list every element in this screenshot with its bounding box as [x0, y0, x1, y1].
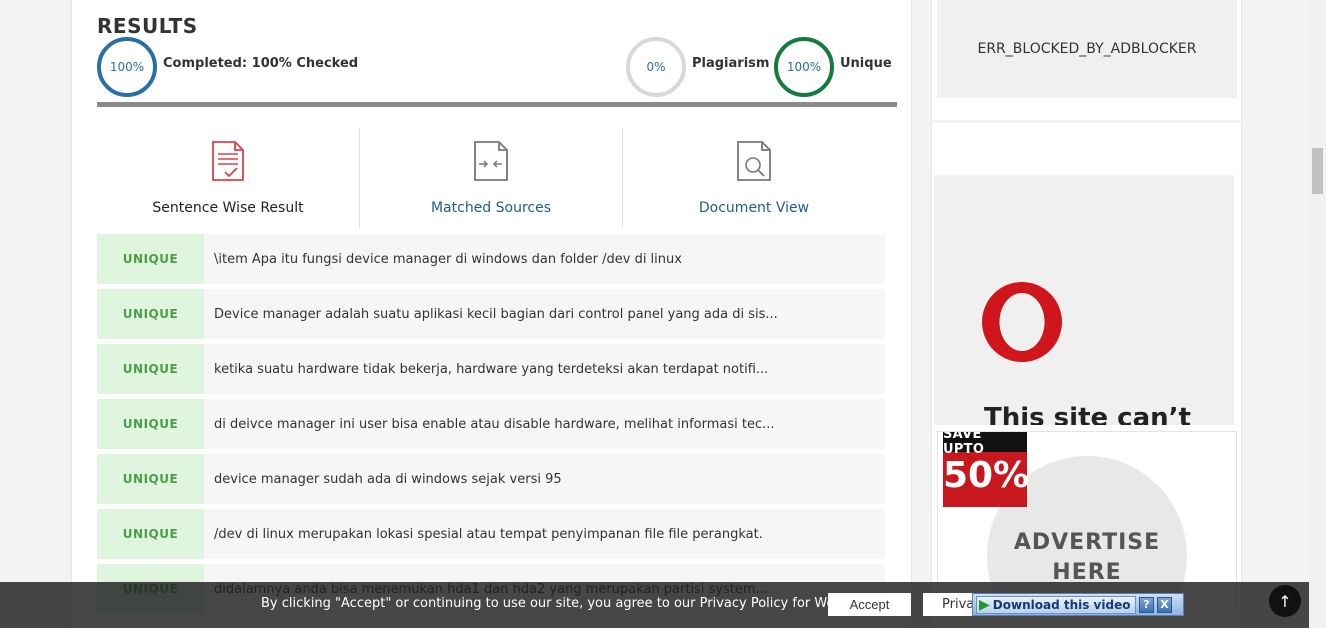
document-search-icon [737, 141, 771, 181]
sidebar-ad-top: ERR_BLOCKED_BY_ADBLOCKER [931, 0, 1242, 120]
unique-badge: UNIQUE [97, 509, 204, 559]
result-row[interactable]: UNIQUE /dev di linux merupakan lokasi sp… [97, 509, 885, 559]
opera-logo-icon [982, 282, 1062, 362]
completed-label: Completed: 100% Checked [163, 56, 358, 71]
scroll-to-top-button[interactable]: ↑ [1269, 585, 1301, 617]
sentence-text: Device manager adalah suatu aplikasi kec… [214, 306, 778, 322]
download-video-widget: ▶ Download this video ? X [972, 593, 1184, 616]
tab-label: Sentence Wise Result [152, 200, 304, 216]
save-badge-top: SAVE UPTO [943, 432, 1027, 457]
result-row[interactable]: UNIQUE device manager sudah ada di windo… [97, 454, 885, 504]
result-row[interactable]: UNIQUE Device manager adalah suatu aplik… [97, 289, 885, 339]
blocked-ad-frame: ERR_BLOCKED_BY_ADBLOCKER [937, 0, 1237, 98]
completed-ring: 100% [97, 37, 157, 97]
tab-label: Document View [698, 200, 810, 216]
download-label: Download this video [992, 597, 1131, 612]
accept-button[interactable]: Accept [828, 593, 911, 616]
sidebar-ad-bottom: This site can’t ADVERTISE HERE SAVE UPTO… [931, 123, 1242, 628]
unique-badge: UNIQUE [97, 289, 204, 339]
result-row[interactable]: UNIQUE \item Apa itu fungsi device manag… [97, 234, 885, 284]
ad-text: ADVERTISE HERE [987, 528, 1187, 588]
unique-badge: UNIQUE [97, 399, 204, 449]
sentence-text: ketika suatu hardware tidak bekerja, har… [214, 361, 769, 377]
arrow-up-icon: ↑ [1278, 591, 1292, 611]
result-row[interactable]: UNIQUE di deivce manager ini user bisa e… [97, 399, 885, 449]
close-button[interactable]: X [1157, 596, 1172, 613]
tab-sentence-wise-result[interactable]: Sentence Wise Result [97, 128, 360, 228]
unique-badge: UNIQUE [97, 454, 204, 504]
sentence-text: /dev di linux merupakan lokasi spesial a… [214, 526, 763, 542]
unique-badge: UNIQUE [97, 344, 204, 394]
unique-badge: UNIQUE [97, 234, 204, 284]
unique-ring: 100% [774, 37, 834, 97]
sentence-text: di deivce manager ini user bisa enable a… [214, 416, 775, 432]
plagiarism-ring: 0% [626, 37, 686, 97]
download-video-button[interactable]: ▶ Download this video [976, 595, 1136, 614]
results-panel: RESULTS 100% Completed: 100% Checked 0% … [71, 0, 912, 628]
completed-value: 100% [109, 60, 145, 74]
plagiarism-value: 0% [646, 60, 666, 74]
ad-line-1: ADVERTISE [1013, 530, 1161, 555]
play-icon: ▶ [979, 596, 990, 613]
tab-label: Matched Sources [430, 200, 552, 216]
error-text: ERR_BLOCKED_BY_ADBLOCKER [977, 41, 1197, 57]
sentence-text: \item Apa itu fungsi device manager di w… [214, 251, 682, 267]
tab-matched-sources[interactable]: Matched Sources [360, 128, 623, 228]
help-button[interactable]: ? [1139, 596, 1154, 613]
document-check-icon [212, 141, 244, 181]
opera-error-frame: This site can’t [934, 175, 1234, 425]
save-badge-percent: 50% [943, 455, 1030, 496]
result-tabs: Sentence Wise Result Matched Sources Doc… [97, 128, 885, 228]
scrollbar-thumb[interactable] [1312, 148, 1323, 194]
result-row[interactable]: UNIQUE ketika suatu hardware tidak beker… [97, 344, 885, 394]
completed-label-text: Completed: [163, 56, 248, 71]
save-badge: SAVE UPTO 50% [943, 432, 1030, 507]
progress-bar [97, 102, 897, 107]
results-title: RESULTS [97, 14, 198, 38]
page-scrollbar[interactable] [1309, 0, 1326, 628]
plagiarism-label: Plagiarism [692, 56, 770, 71]
tab-document-view[interactable]: Document View [623, 128, 885, 228]
sentence-text: device manager sudah ada di windows seja… [214, 471, 562, 487]
cookie-text: By clicking "Accept" or continuing to us… [261, 596, 867, 611]
unique-label: Unique [840, 56, 892, 71]
compare-document-icon [474, 141, 508, 181]
completed-detail: 100% Checked [251, 56, 359, 71]
unique-value: 100% [786, 60, 822, 74]
sentence-result-list: UNIQUE \item Apa itu fungsi device manag… [97, 234, 885, 619]
opera-error-text: This site can’t [984, 403, 1191, 425]
